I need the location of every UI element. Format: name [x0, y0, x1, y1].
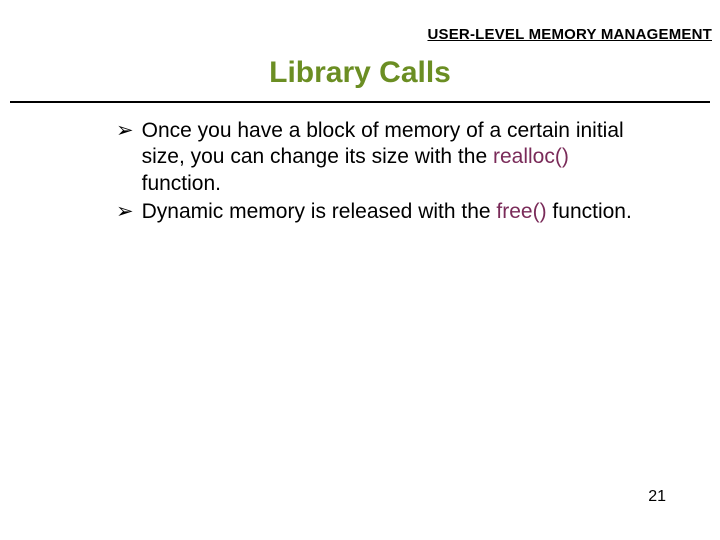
code-function: realloc() [493, 145, 569, 168]
bullet-pre: Dynamic memory is released with the [142, 200, 497, 223]
chevron-right-icon: ➢ [116, 199, 134, 225]
list-item: ➢ Dynamic memory is released with the fr… [116, 199, 640, 225]
chevron-right-icon: ➢ [116, 118, 134, 144]
bullet-post: function. [142, 172, 221, 195]
list-item: ➢ Once you have a block of memory of a c… [116, 118, 640, 197]
page-title: Library Calls [0, 56, 720, 90]
bullet-post: function. [547, 200, 632, 223]
bullet-list: ➢ Once you have a block of memory of a c… [116, 118, 640, 227]
section-topic: USER-LEVEL MEMORY MANAGEMENT [427, 26, 712, 43]
bullet-text: Once you have a block of memory of a cer… [142, 118, 640, 197]
code-function: free() [496, 200, 546, 223]
page-number: 21 [648, 488, 666, 506]
title-underline-rule [10, 101, 710, 103]
bullet-text: Dynamic memory is released with the free… [142, 199, 640, 225]
